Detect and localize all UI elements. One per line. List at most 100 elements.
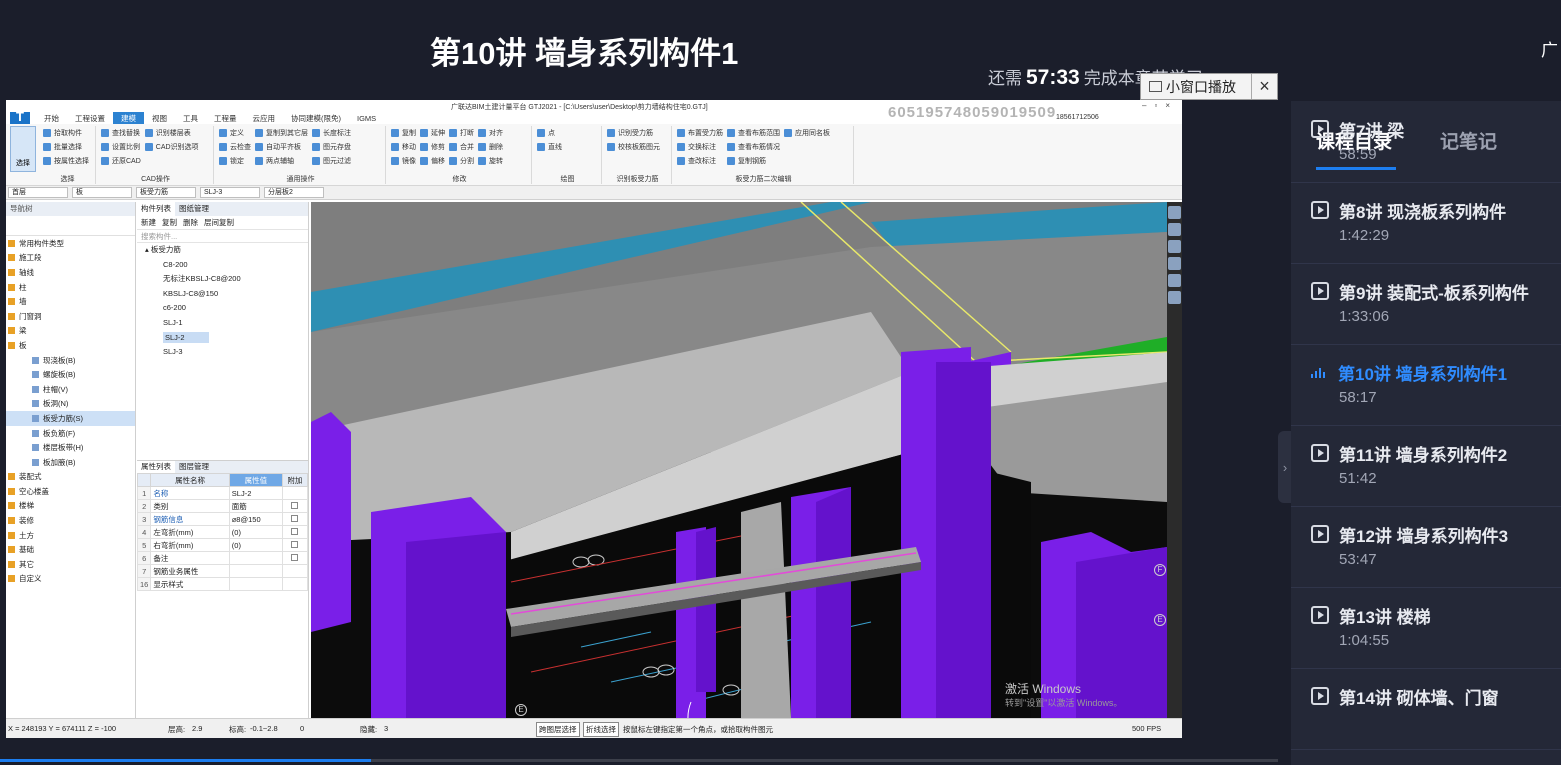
ribbon-command[interactable]: 镜像 [391, 154, 416, 168]
select-tool-button[interactable]: 选择 [10, 126, 36, 172]
menu-item[interactable]: IGMS [349, 113, 384, 124]
ribbon-command[interactable]: 图元存盘 [312, 140, 351, 154]
view-select-icon[interactable] [1168, 223, 1181, 236]
menu-item[interactable]: 工程设置 [67, 112, 113, 125]
property-row[interactable]: 5 右弯折(mm) (0) [136, 538, 309, 552]
ribbon-command[interactable]: 设置比例 [101, 140, 141, 154]
navtree-item[interactable]: 空心楼盖 [6, 484, 135, 499]
ribbon-command[interactable]: 查找替换 [101, 126, 141, 140]
property-panel-tab[interactable]: 属性列表 [137, 461, 175, 473]
ribbon-command[interactable]: 按属性选择 [43, 154, 89, 168]
navtree-item[interactable]: 其它 [6, 557, 135, 572]
property-value[interactable] [228, 551, 283, 565]
ribbon-command[interactable]: 查看布筋情况 [727, 140, 780, 154]
ribbon-command[interactable]: 识别楼层表 [144, 126, 199, 140]
property-value[interactable]: ⌀8@150 [228, 512, 283, 526]
property-checkbox[interactable] [291, 501, 299, 509]
navtree-item[interactable]: 墙 [6, 294, 135, 309]
filter-dropdown[interactable]: 首层 [8, 187, 68, 198]
component-item[interactable]: c6-200 [137, 301, 308, 316]
navtree-item[interactable]: 装配式 [6, 470, 135, 485]
menu-item[interactable]: 建模 [113, 111, 144, 125]
component-item[interactable]: SLJ-2 [137, 331, 308, 346]
ribbon-command[interactable]: 延伸 [420, 126, 445, 140]
navtree-item[interactable]: 柱帽(V) [6, 382, 135, 397]
navtree-item[interactable]: 土方 [6, 528, 135, 543]
navtree-item[interactable]: 板负筋(F) [6, 426, 135, 441]
property-value[interactable] [228, 577, 283, 591]
component-search-input[interactable]: 搜索构件... [137, 230, 308, 243]
ribbon-command[interactable]: 直线 [537, 140, 562, 154]
menu-item[interactable]: 协同建模(限免) [283, 112, 349, 125]
view-orbit-icon[interactable] [1168, 206, 1181, 219]
ribbon-command[interactable]: 交换标注 [677, 140, 723, 154]
component-item[interactable]: KBSLJ-C8@150 [137, 287, 308, 302]
ribbon-command[interactable]: 对齐 [478, 126, 503, 140]
filter-dropdown[interactable]: 板 [72, 187, 132, 198]
property-panel-tab[interactable]: 图层管理 [175, 461, 213, 473]
component-action-button[interactable]: 删除 [183, 217, 198, 228]
navtree-item[interactable]: 楼层板带(H) [6, 440, 135, 455]
navtree-item[interactable]: 现浇板(B) [6, 353, 135, 368]
navtree-item[interactable]: 板洞(N) [6, 397, 135, 412]
component-list-tab[interactable]: 图纸管理 [175, 202, 213, 216]
component-action-button[interactable]: 新建 [141, 217, 156, 228]
lesson-item[interactable]: 第14讲 砌体墙、门窗 [1291, 669, 1561, 750]
navtree-item[interactable]: 门窗洞 [6, 309, 135, 324]
property-checkbox[interactable] [291, 514, 299, 522]
filter-dropdown[interactable]: SLJ-3 [200, 187, 260, 198]
cross-layer-select-button[interactable]: 跨图层选择 [536, 722, 580, 737]
component-action-button[interactable]: 复制 [162, 217, 177, 228]
navtree-item[interactable]: 装修 [6, 513, 135, 528]
ribbon-command[interactable]: 应用同名板 [784, 126, 830, 140]
lesson-item[interactable]: 第10讲 墙身系列构件1 58:17 [1291, 345, 1561, 426]
view-grid-icon[interactable] [1168, 291, 1181, 304]
property-row[interactable]: 3 钢筋信息 ⌀8@150 [136, 512, 309, 526]
video-player[interactable]: T 广联达BIM土建计量平台 GTJ2021 - [C:\Users\user\… [6, 100, 1182, 738]
navtree-item[interactable]: 施工段 [6, 251, 135, 266]
ribbon-command[interactable]: 复制到其它层 [255, 126, 308, 140]
ribbon-command[interactable]: 识别受力筋 [607, 126, 660, 140]
menu-item[interactable]: 工具 [175, 112, 206, 125]
property-row[interactable]: 2 类别 面筋 [136, 499, 309, 513]
view-box-icon[interactable] [1168, 257, 1181, 270]
navtree-item[interactable]: 柱 [6, 280, 135, 295]
component-item[interactable]: SLJ-1 [137, 316, 308, 331]
property-value[interactable]: SLJ-2 [228, 486, 283, 500]
ribbon-command[interactable]: 查改标注 [677, 154, 723, 168]
ribbon-command[interactable]: 合并 [449, 140, 474, 154]
component-item[interactable]: SLJ-3 [137, 345, 308, 360]
menu-item[interactable]: 工程量 [206, 112, 245, 125]
property-checkbox[interactable] [291, 553, 299, 561]
3d-viewport[interactable]: F E E [311, 202, 1167, 718]
ribbon-command[interactable]: 查看布筋范围 [727, 126, 780, 140]
lesson-item[interactable]: 第11讲 墙身系列构件2 51:42 [1291, 426, 1561, 507]
menu-item[interactable]: 视图 [144, 112, 175, 125]
navtree-item[interactable]: 螺旋板(B) [6, 367, 135, 382]
ribbon-command[interactable]: 还原CAD [101, 154, 141, 168]
property-value[interactable]: 面筋 [228, 499, 283, 513]
ribbon-command[interactable]: 移动 [391, 140, 416, 154]
view-rotate-icon[interactable] [1168, 274, 1181, 287]
ribbon-command[interactable]: 校核板筋图元 [607, 140, 660, 154]
component-list-tab[interactable]: 构件列表 [137, 202, 175, 216]
ribbon-command[interactable]: 分割 [449, 154, 474, 168]
component-action-button[interactable]: 层间复制 [204, 217, 234, 228]
property-checkbox[interactable] [291, 527, 299, 535]
ribbon-command[interactable]: 云检查 [219, 140, 251, 154]
navtree-item[interactable]: 板 [6, 338, 135, 353]
property-value[interactable]: (0) [228, 525, 283, 539]
ribbon-command[interactable]: 自动平齐板 [255, 140, 308, 154]
property-value[interactable]: (0) [228, 538, 283, 552]
navtree-item[interactable]: 楼梯 [6, 499, 135, 514]
ribbon-command[interactable]: 拾取构件 [43, 126, 89, 140]
navtree-item[interactable]: 板受力筋(S) [6, 411, 135, 426]
menu-item[interactable]: 开始 [36, 112, 67, 125]
ribbon-command[interactable]: 复制 [391, 126, 416, 140]
component-root[interactable]: ▴ 板受力筋 [137, 243, 308, 258]
property-value[interactable] [228, 564, 283, 578]
menu-item[interactable]: 云应用 [245, 112, 284, 125]
ribbon-command[interactable]: 批量选择 [43, 140, 89, 154]
pip-close-icon[interactable]: × [1251, 74, 1277, 99]
ribbon-command[interactable]: 图元过滤 [312, 154, 351, 168]
